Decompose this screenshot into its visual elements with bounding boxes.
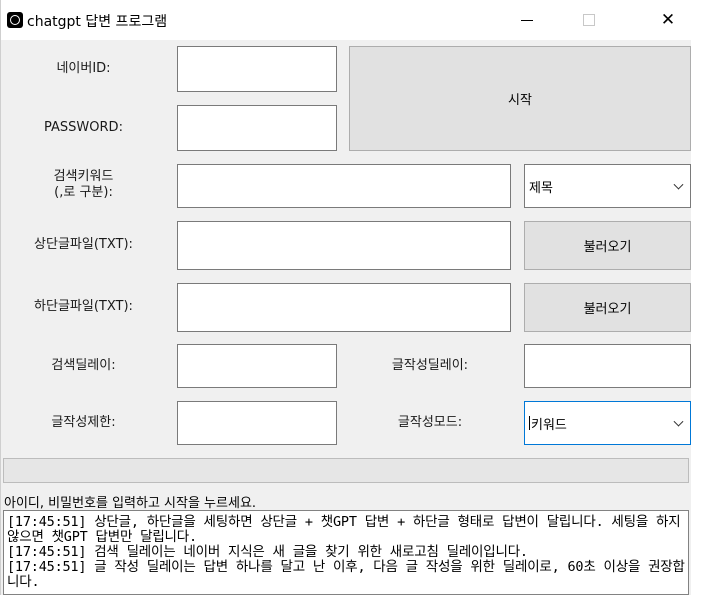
log-line: [17:45:51] 글 작성 딜레이는 답변 하나를 달고 난 이후, 다음 … <box>7 559 685 590</box>
chevron-down-icon <box>673 416 684 427</box>
write-delay-label: 글작성딜레이: <box>391 358 469 373</box>
progress-bar <box>3 458 689 483</box>
chevron-down-icon <box>673 179 684 190</box>
log-line: [17:45:51] 상단글, 하단글을 세팅하면 상단글 + 챗GPT 답변 … <box>7 514 689 545</box>
bottom-file-label: 하단글파일(TXT): <box>34 299 133 314</box>
write-mode-label: 글작성모드: <box>397 415 463 430</box>
right-margin <box>691 0 702 595</box>
close-icon: ✕ <box>660 10 676 30</box>
naver-id-label: 네이버ID: <box>56 61 111 76</box>
write-mode-select[interactable]: 키워드 <box>524 401 691 445</box>
password-input[interactable] <box>177 105 337 151</box>
write-limit-input[interactable] <box>177 401 337 445</box>
minimize-icon <box>521 19 533 21</box>
minimize-button[interactable] <box>504 0 550 40</box>
title-bar: chatgpt 답변 프로그램 ✕ <box>1 0 691 40</box>
keyword-target-value: 제목 <box>529 180 553 196</box>
search-keyword-input[interactable] <box>177 164 511 208</box>
search-keyword-label-line2: (,로 구분): <box>54 185 113 200</box>
top-file-input[interactable] <box>177 221 511 270</box>
maximize-button <box>566 0 612 40</box>
password-label: PASSWORD: <box>44 120 123 135</box>
start-button[interactable]: 시작 <box>349 46 691 151</box>
close-button[interactable]: ✕ <box>645 0 691 40</box>
load-bottom-file-button[interactable]: 불러오기 <box>524 283 691 332</box>
write-mode-value: 키워드 <box>531 417 567 433</box>
text-caret <box>529 416 530 430</box>
app-window: chatgpt 답변 프로그램 ✕ 네이버ID: PASSWORD: 시작 검색… <box>0 0 692 595</box>
load-top-file-button[interactable]: 불러오기 <box>524 221 691 270</box>
search-delay-input[interactable] <box>177 344 337 388</box>
top-file-label: 상단글파일(TXT): <box>34 237 133 252</box>
bottom-file-input[interactable] <box>177 283 511 332</box>
search-keyword-label: 검색키워드 (,로 구분): <box>1 169 166 201</box>
chatgpt-logo-icon <box>7 12 23 28</box>
maximize-icon <box>583 14 595 26</box>
write-delay-input[interactable] <box>524 344 691 388</box>
window-title: chatgpt 답변 프로그램 <box>27 14 168 30</box>
status-text: 아이디, 비밀번호를 입력하고 시작을 누르세요. <box>4 496 257 511</box>
search-keyword-label-line1: 검색키워드 <box>53 169 114 184</box>
log-textarea[interactable]: [17:45:51] 상단글, 하단글을 세팅하면 상단글 + 챗GPT 답변 … <box>3 510 689 595</box>
keyword-target-select[interactable]: 제목 <box>524 164 691 208</box>
search-delay-label: 검색딜레이: <box>51 358 116 373</box>
log-line: [17:45:51] 검색 딜레이는 네이버 지식은 새 글을 찾기 위한 새로… <box>7 544 528 560</box>
naver-id-input[interactable] <box>177 46 337 92</box>
write-limit-label: 글작성제한: <box>51 415 116 430</box>
